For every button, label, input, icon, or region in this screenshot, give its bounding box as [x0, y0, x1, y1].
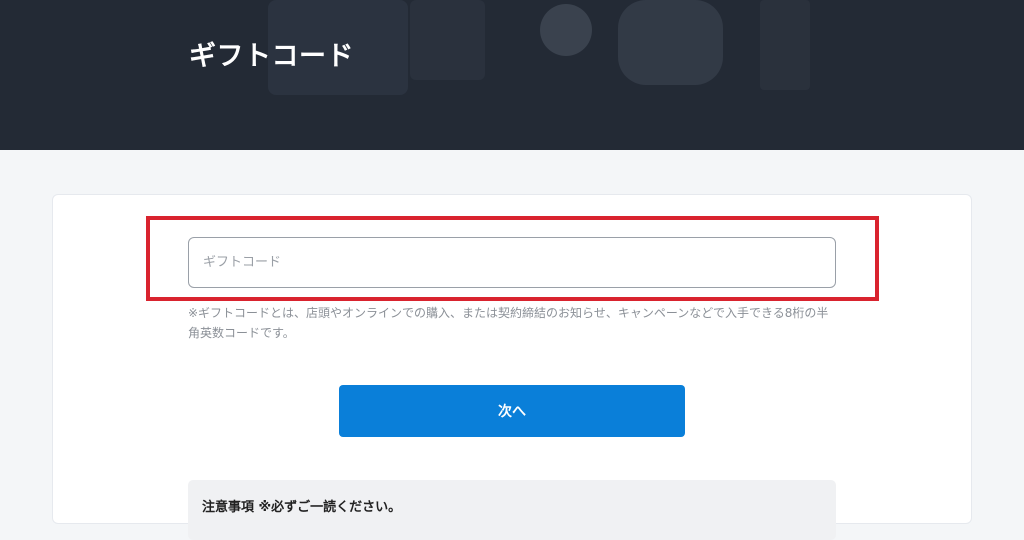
- notice-title: 注意事項 ※必ずご一読ください。: [202, 500, 402, 515]
- deco-block-mid: [410, 0, 485, 80]
- gift-code-note: ※ギフトコードとは、店頭やオンラインでの購入、または契約締結のお知らせ、キャンペ…: [188, 306, 829, 340]
- header-decoration: [268, 0, 810, 95]
- deco-circle: [540, 4, 592, 56]
- next-button[interactable]: 次へ: [339, 385, 685, 437]
- highlight-box: [146, 216, 879, 301]
- deco-block-right: [760, 0, 810, 90]
- notice-box: 注意事項 ※必ずご一読ください。: [188, 480, 836, 540]
- page-title: ギフトコード: [189, 41, 354, 72]
- deco-rounded-block: [618, 0, 723, 85]
- page-header: ギフトコード: [0, 0, 1024, 150]
